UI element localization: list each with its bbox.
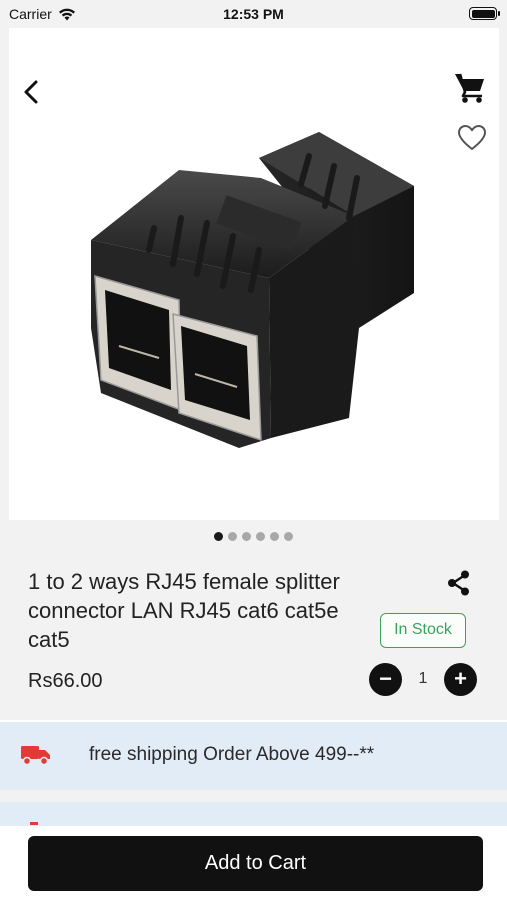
product-title: 1 to 2 ways RJ45 female splitter connect… [28, 569, 340, 652]
status-time: 12:53 PM [223, 6, 284, 22]
add-to-cart-button[interactable]: Add to Cart [28, 836, 483, 891]
wishlist-button[interactable] [457, 124, 487, 152]
cart-icon [455, 73, 484, 103]
product-image[interactable] [9, 28, 499, 520]
heart-icon [457, 124, 487, 151]
shipping-banner: free shipping Order Above 499--** [0, 722, 507, 790]
product-price: Rs66.00 [28, 670, 103, 692]
cart-button[interactable] [453, 70, 487, 104]
product-gallery[interactable] [0, 28, 507, 553]
pager-dot[interactable] [228, 532, 237, 541]
shipping-text: free shipping Order Above 499--** [89, 744, 375, 765]
stock-status-badge: In Stock [380, 613, 466, 648]
quantity-increment-button[interactable]: + [444, 662, 477, 696]
battery-icon [469, 7, 500, 20]
share-button[interactable] [445, 569, 473, 597]
quantity-value: 1 [418, 670, 428, 687]
banner-icon-partial [30, 822, 38, 825]
share-icon [448, 570, 469, 596]
pager-dot[interactable] [256, 532, 265, 541]
quantity-decrement-button[interactable]: − [369, 662, 402, 696]
status-bar: Carrier 12:53 PM [0, 0, 507, 28]
pager-dot[interactable] [284, 532, 293, 541]
section-divider [0, 790, 507, 802]
rj45-splitter-illustration [91, 132, 414, 448]
back-button[interactable] [18, 78, 46, 106]
pager-dot[interactable] [214, 532, 223, 541]
pager-dot[interactable] [270, 532, 279, 541]
bottom-action-bar: Add to Cart [0, 826, 507, 900]
product-info: 1 to 2 ways RJ45 female splitter connect… [0, 553, 507, 720]
back-arrow-icon [24, 80, 38, 104]
quantity-stepper[interactable]: − 1 + [369, 661, 477, 697]
truck-icon [21, 746, 50, 766]
pager-dot[interactable] [242, 532, 251, 541]
gallery-pager[interactable] [0, 532, 507, 541]
